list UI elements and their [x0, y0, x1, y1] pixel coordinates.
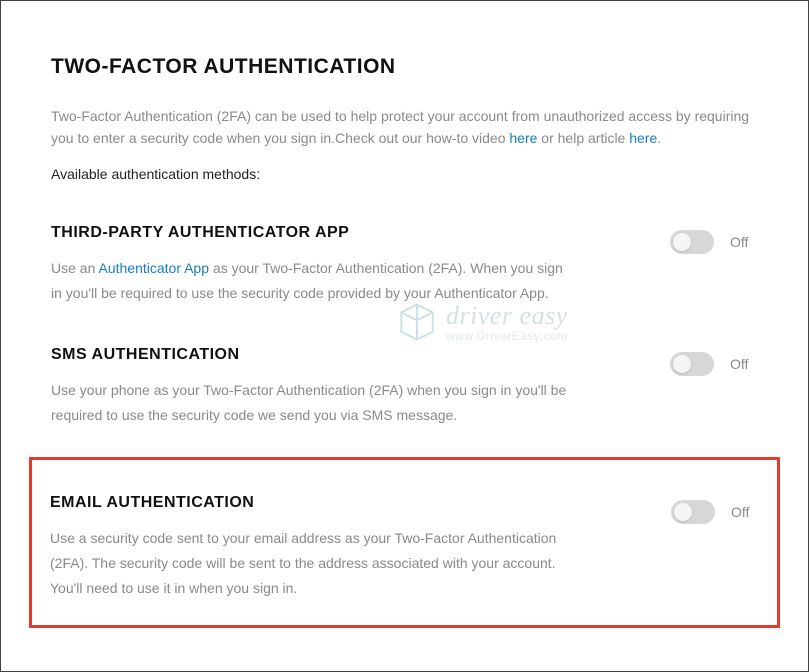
- howto-video-link[interactable]: here: [509, 130, 537, 146]
- method-email: EMAIL AUTHENTICATION Use a security code…: [50, 482, 759, 618]
- intro-end: .: [657, 130, 661, 146]
- available-methods-label: Available authentication methods:: [51, 166, 758, 182]
- intro-mid: or help article: [537, 130, 629, 146]
- authenticator-toggle-state: Off: [730, 234, 754, 250]
- method-sms: SMS AUTHENTICATION Use your phone as you…: [51, 334, 758, 456]
- method-email-title: EMAIL AUTHENTICATION: [50, 494, 570, 512]
- method-sms-title: SMS AUTHENTICATION: [51, 346, 571, 364]
- email-highlight-box: EMAIL AUTHENTICATION Use a security code…: [29, 457, 780, 629]
- method-authenticator-title: THIRD-PARTY AUTHENTICATOR APP: [51, 224, 571, 242]
- intro-text: Two-Factor Authentication (2FA) can be u…: [51, 105, 758, 150]
- authenticator-toggle[interactable]: [670, 230, 714, 254]
- method-authenticator-desc: Use an Authenticator App as your Two-Fac…: [51, 256, 571, 306]
- authenticator-app-link[interactable]: Authenticator App: [98, 260, 209, 276]
- page-title: TWO-FACTOR AUTHENTICATION: [51, 55, 758, 79]
- method-email-desc: Use a security code sent to your email a…: [50, 526, 570, 602]
- method-sms-desc: Use your phone as your Two-Factor Authen…: [51, 378, 571, 428]
- method-authenticator: THIRD-PARTY AUTHENTICATOR APP Use an Aut…: [51, 212, 758, 334]
- sms-toggle[interactable]: [670, 352, 714, 376]
- email-toggle[interactable]: [671, 500, 715, 524]
- sms-toggle-state: Off: [730, 356, 754, 372]
- auth-desc-pre: Use an: [51, 260, 98, 276]
- help-article-link[interactable]: here: [629, 130, 657, 146]
- email-toggle-state: Off: [731, 504, 755, 520]
